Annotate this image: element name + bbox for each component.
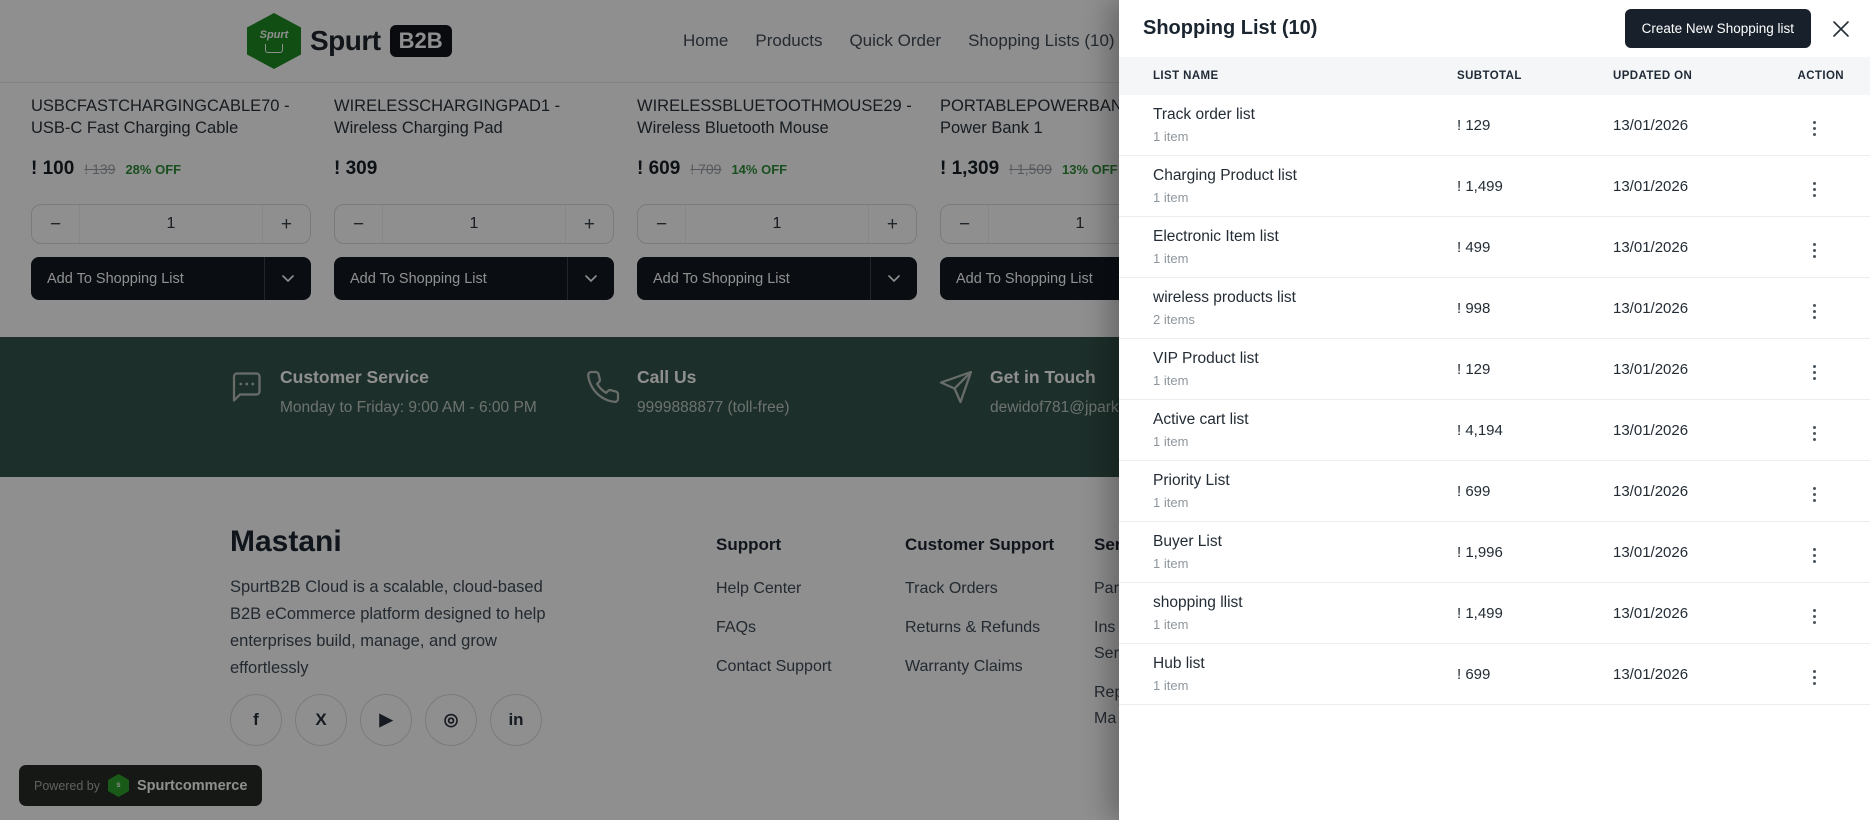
list-name: Electronic Item list: [1153, 228, 1279, 245]
row-menu-icon[interactable]: [1807, 361, 1822, 384]
list-subtotal: ! 1,499: [1457, 177, 1503, 195]
page: Spurt Spurt B2B Home Products Quick Orde…: [0, 0, 1870, 820]
list-item-count: 1 item: [1153, 617, 1189, 632]
list-updated-date: 13/01/2026: [1613, 543, 1689, 561]
close-icon[interactable]: [1824, 12, 1858, 46]
list-name: Buyer List: [1153, 533, 1222, 550]
row-menu-icon[interactable]: [1807, 422, 1822, 445]
list-item-count: 1 item: [1153, 251, 1189, 266]
table-row[interactable]: Charging Product list 1 item ! 1,499 13/0…: [1119, 156, 1870, 217]
list-subtotal: ! 129: [1457, 360, 1491, 378]
list-item-count: 1 item: [1153, 495, 1189, 510]
table-row[interactable]: VIP Product list 1 item ! 129 13/01/2026: [1119, 339, 1870, 400]
panel-title: Shopping List (10): [1143, 17, 1318, 39]
list-updated-date: 13/01/2026: [1613, 238, 1689, 256]
table-row[interactable]: Active cart list 1 item ! 4,194 13/01/202…: [1119, 400, 1870, 461]
list-updated-date: 13/01/2026: [1613, 604, 1689, 622]
panel-header: Shopping List (10) Create New Shopping l…: [1119, 0, 1870, 57]
row-menu-icon[interactable]: [1807, 605, 1822, 628]
list-name: VIP Product list: [1153, 350, 1259, 367]
row-menu-icon[interactable]: [1807, 300, 1822, 323]
row-menu-icon[interactable]: [1807, 239, 1822, 262]
table-row[interactable]: Priority List 1 item ! 699 13/01/2026: [1119, 461, 1870, 522]
list-subtotal: ! 499: [1457, 238, 1491, 256]
list-item-count: 1 item: [1153, 129, 1189, 144]
row-menu-icon[interactable]: [1807, 666, 1822, 689]
list-name: Track order list: [1153, 106, 1255, 123]
list-subtotal: ! 129: [1457, 116, 1491, 134]
list-subtotal: ! 998: [1457, 299, 1491, 317]
row-menu-icon[interactable]: [1807, 483, 1822, 506]
list-subtotal: ! 4,194: [1457, 421, 1503, 439]
table-row[interactable]: Hub list 1 item ! 699 13/01/2026: [1119, 644, 1870, 705]
column-subtotal: SUBTOTAL: [1457, 70, 1522, 82]
list-subtotal: ! 1,996: [1457, 543, 1503, 561]
table-row[interactable]: Electronic Item list 1 item ! 499 13/01/2…: [1119, 217, 1870, 278]
table-row[interactable]: Buyer List 1 item ! 1,996 13/01/2026: [1119, 522, 1870, 583]
list-item-count: 1 item: [1153, 556, 1189, 571]
list-updated-date: 13/01/2026: [1613, 177, 1689, 195]
list-name: Hub list: [1153, 655, 1205, 672]
row-menu-icon[interactable]: [1807, 544, 1822, 567]
list-updated-date: 13/01/2026: [1613, 482, 1689, 500]
table-row[interactable]: Track order list 1 item ! 129 13/01/2026: [1119, 95, 1870, 156]
list-updated-date: 13/01/2026: [1613, 299, 1689, 317]
table-header: LIST NAME SUBTOTAL UPDATED ON ACTION: [1119, 57, 1870, 95]
list-item-count: 1 item: [1153, 678, 1189, 693]
create-new-shopping-list-button[interactable]: Create New Shopping list: [1624, 9, 1811, 48]
list-item-count: 1 item: [1153, 434, 1189, 449]
column-updated-on: UPDATED ON: [1613, 70, 1693, 82]
column-list-name: LIST NAME: [1153, 70, 1219, 82]
list-updated-date: 13/01/2026: [1613, 116, 1689, 134]
list-item-count: 2 items: [1153, 312, 1195, 327]
list-name: Charging Product list: [1153, 167, 1297, 184]
list-name: wireless products list: [1153, 289, 1296, 306]
shopping-list-panel: Shopping List (10) Create New Shopping l…: [1119, 0, 1870, 820]
list-updated-date: 13/01/2026: [1613, 665, 1689, 683]
column-action: ACTION: [1797, 70, 1844, 82]
list-subtotal: ! 1,499: [1457, 604, 1503, 622]
list-subtotal: ! 699: [1457, 482, 1491, 500]
table-row[interactable]: wireless products list 2 items ! 998 13/0…: [1119, 278, 1870, 339]
row-menu-icon[interactable]: [1807, 117, 1822, 140]
table-row[interactable]: shopping llist 1 item ! 1,499 13/01/2026: [1119, 583, 1870, 644]
list-subtotal: ! 699: [1457, 665, 1491, 683]
list-updated-date: 13/01/2026: [1613, 360, 1689, 378]
list-item-count: 1 item: [1153, 373, 1189, 388]
list-name: Active cart list: [1153, 411, 1249, 428]
list-name: Priority List: [1153, 472, 1230, 489]
list-item-count: 1 item: [1153, 190, 1189, 205]
list-name: shopping llist: [1153, 594, 1243, 611]
list-updated-date: 13/01/2026: [1613, 421, 1689, 439]
row-menu-icon[interactable]: [1807, 178, 1822, 201]
